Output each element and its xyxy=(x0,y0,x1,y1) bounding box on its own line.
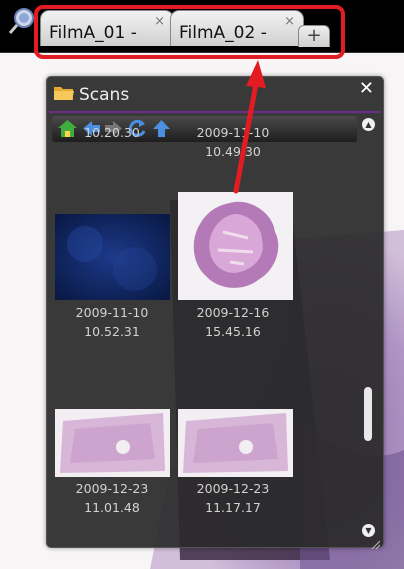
scan-time: 10.52.31 xyxy=(84,324,140,339)
scan-time: 10.49.30 xyxy=(205,144,261,159)
scan-date: 2009-12-23 xyxy=(196,481,270,496)
scan-time: 11.01.48 xyxy=(84,500,140,515)
scan-time: 10.20.30 xyxy=(84,125,140,140)
panel-title: Scans xyxy=(79,85,130,105)
panel-header: Scans ✕ xyxy=(47,77,383,111)
scan-item-label[interactable]: 10.20.30 xyxy=(53,123,171,142)
scans-panel: Scans ✕ ▲ ▼ 10.20.30 2009-11-10 10.49.30… xyxy=(46,76,384,550)
scan-thumbnail[interactable] xyxy=(55,409,170,477)
scan-date: 2009-12-16 xyxy=(196,305,270,320)
header-divider xyxy=(49,111,381,113)
scan-item-label[interactable]: 2009-12-23 11.01.48 xyxy=(53,479,171,517)
scan-item-label[interactable]: 2009-11-10 10.52.31 xyxy=(53,303,171,341)
scroll-up-button[interactable]: ▲ xyxy=(362,118,375,131)
folder-icon xyxy=(53,84,75,102)
scan-time: 11.17.17 xyxy=(205,500,261,515)
scan-item-label[interactable]: 2009-11-10 10.49.30 xyxy=(174,123,292,161)
resize-grip-icon[interactable] xyxy=(370,534,381,550)
scan-date: 2009-12-23 xyxy=(75,481,149,496)
scan-date: 2009-11-10 xyxy=(75,305,149,320)
close-icon[interactable]: ✕ xyxy=(359,78,374,99)
scrollbar-thumb[interactable] xyxy=(364,387,372,441)
app-icon[interactable] xyxy=(7,6,37,36)
highlight-annotation xyxy=(34,5,345,59)
scan-thumbnail[interactable] xyxy=(178,409,293,477)
scan-item-label[interactable]: 2009-12-23 11.17.17 xyxy=(174,479,292,517)
scan-time: 15.45.16 xyxy=(205,324,261,339)
scan-thumbnail[interactable] xyxy=(178,192,293,300)
scan-item-label[interactable]: 2009-12-16 15.45.16 xyxy=(174,303,292,341)
scan-date: 2009-11-10 xyxy=(196,125,270,140)
scan-thumbnail[interactable] xyxy=(55,214,170,300)
